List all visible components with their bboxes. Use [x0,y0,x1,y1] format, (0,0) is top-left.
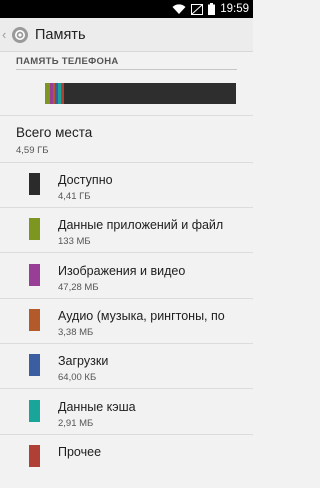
divider [0,388,253,389]
storage-item-downloads[interactable]: Загрузки 64,00 КБ [0,352,253,397]
wifi-icon [172,3,186,15]
item-label: Изображения и видео [58,264,186,278]
item-label: Данные приложений и файл [58,218,224,232]
item-value: 2,91 МБ [58,418,94,429]
storage-item-media[interactable]: Изображения и видео 47,28 МБ [0,262,253,307]
item-value: 3,38 МБ [58,327,94,338]
battery-icon [208,3,216,15]
storage-item-cache[interactable]: Данные кэша 2,91 МБ [0,398,253,443]
item-label: Аудио (музыка, рингтоны, по [58,309,225,323]
action-bar: ‹ Память [0,18,253,52]
storage-item-apps[interactable]: Данные приложений и файл 133 МБ [0,216,253,261]
status-time: 19:59 [220,3,249,15]
color-swatch [29,264,40,286]
total-space-row: Всего места 4,59 ГБ [16,125,92,156]
item-label: Данные кэша [58,400,136,414]
back-chevron-icon[interactable]: ‹ [2,27,10,42]
color-swatch [29,173,40,195]
item-label: Доступно [58,173,113,187]
divider [0,162,253,163]
total-space-label: Всего места [16,125,93,140]
total-space-value: 4,59 ГБ [16,145,49,156]
item-label: Загрузки [58,354,109,368]
storage-usage-bar [45,83,236,104]
divider [0,207,253,208]
color-swatch [29,218,40,240]
divider [0,434,253,435]
storage-item-available[interactable]: Доступно 4,41 ГБ [0,171,253,216]
divider [0,343,253,344]
item-value: 4,41 ГБ [58,191,91,202]
item-value: 133 МБ [58,236,91,247]
page-title: Память [35,26,86,43]
signal-icon [191,3,204,15]
usage-segment-misc [61,83,64,104]
color-swatch [29,309,40,331]
item-value: 64,00 КБ [58,372,97,383]
status-bar: 19:59 [0,0,253,18]
item-value: 47,28 МБ [58,282,99,293]
color-swatch [29,400,40,422]
color-swatch [29,354,40,376]
settings-gear-icon[interactable] [11,26,29,44]
storage-item-audio[interactable]: Аудио (музыка, рингтоны, по 3,38 МБ [0,307,253,352]
section-header: ПАМЯТЬ ТЕЛЕФОНА [16,56,119,67]
section-divider [16,69,237,70]
divider [0,252,253,253]
color-swatch [29,445,40,467]
item-label: Прочее [58,445,102,459]
divider [0,115,253,116]
divider [0,298,253,299]
